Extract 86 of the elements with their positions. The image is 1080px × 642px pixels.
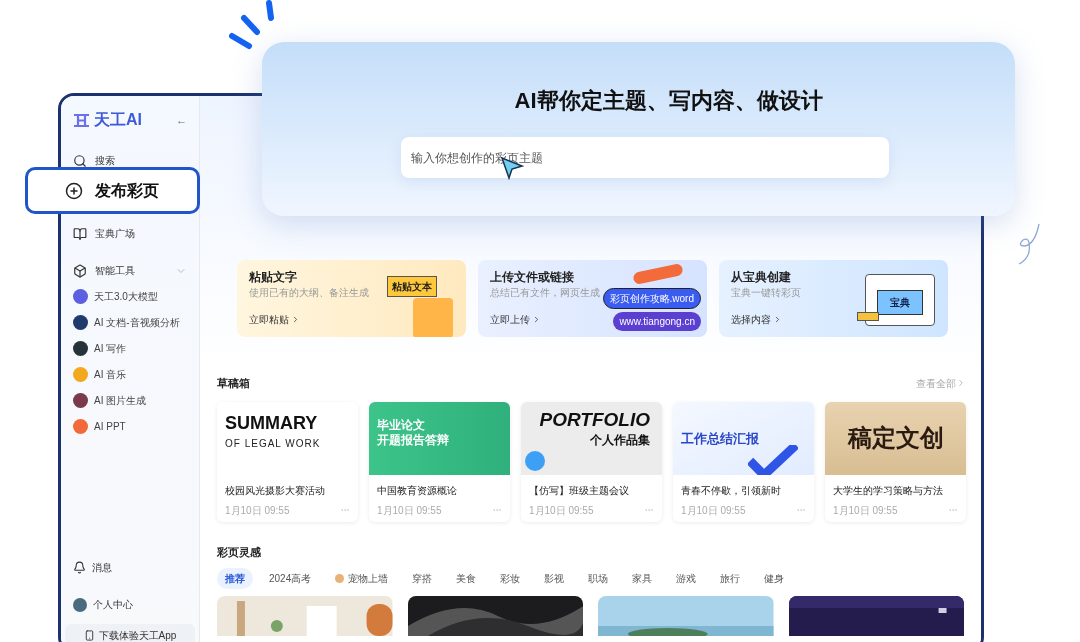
book-icon <box>73 226 87 241</box>
plus-icon <box>65 181 83 200</box>
feature-subtitle: 使用已有的大纲、备注生成 <box>249 287 369 300</box>
tool-link[interactable]: AI 音乐 <box>94 366 127 382</box>
link-chip: www.tiangong.cn <box>613 312 701 331</box>
logo-text: 天工AI <box>94 110 142 130</box>
file-chip: 彩页创作攻略.word <box>602 288 701 309</box>
category-tab[interactable]: 健身 <box>756 568 793 589</box>
cover-title: 稿定文创 <box>847 422 944 454</box>
feature-subtitle: 宝典一键转彩页 <box>731 287 801 300</box>
category-tab[interactable]: 宠物上墙 <box>327 568 397 589</box>
book-tag: 宝典 <box>877 290 923 315</box>
draft-date: 1月10日 09:55 <box>377 503 442 518</box>
category-tab[interactable]: 职场 <box>580 568 617 589</box>
category-tab[interactable]: 游戏 <box>668 568 705 589</box>
block-drawing <box>857 312 879 321</box>
search-icon <box>73 153 87 168</box>
section-title: 彩页灵感 <box>217 544 262 560</box>
avatar-icon <box>73 597 87 612</box>
tool-link[interactable]: AI 文档-音视频分析 <box>94 314 180 330</box>
feature-subtitle: 总结已有文件，网页生成 <box>490 287 600 300</box>
draft-card[interactable]: 毕业论文 开题报告答辩 中国教育资源概论 1月10日 09:55 <box>369 401 510 522</box>
draft-card[interactable]: PORTFOLIO 个人作品集 【仿写】班级主题会议 1月10日 09:55 <box>521 401 662 522</box>
phone-icon <box>83 629 95 641</box>
logo-icon <box>73 113 90 127</box>
draft-date: 1月10日 09:55 <box>529 503 594 518</box>
feature-card[interactable]: 粘贴文字 使用已有的大纲、备注生成 立即粘贴 粘贴文本 <box>237 260 466 337</box>
draft-date: 1月10日 09:55 <box>833 503 898 518</box>
chevron-icon <box>956 378 966 389</box>
draft-title: 校园风光摄影大赛活动 <box>224 483 326 498</box>
sidebar-item[interactable]: 个人中心 <box>73 597 187 612</box>
feature-link[interactable]: 立即粘贴 <box>249 312 300 327</box>
sidebar-item[interactable]: 宝典广场 <box>73 226 187 241</box>
cover-title: 毕业论文 <box>377 417 426 433</box>
section-title: 草稿箱 <box>217 376 250 391</box>
cover-subtitle: OF LEGAL WORK <box>225 436 322 451</box>
draft-title: 大学生的学习策略与方法 <box>832 483 944 498</box>
chevron-icon <box>291 315 300 324</box>
chevron-icon <box>773 315 782 324</box>
bell-icon <box>73 561 86 574</box>
draft-card[interactable]: SUMMARY OF LEGAL WORK 校园风光摄影大赛活动 1月10日 09:55 <box>217 401 358 522</box>
paste-tag: 粘贴文本 <box>387 276 437 297</box>
category-tab[interactable]: 推荐 <box>217 568 253 589</box>
category-tab[interactable]: 2024高考 <box>261 568 320 589</box>
category-tab[interactable]: 美食 <box>448 568 485 589</box>
publish-callout[interactable]: 发布彩页 <box>25 167 200 214</box>
category-tab[interactable]: 影视 <box>536 568 573 589</box>
check-drawing <box>748 444 798 475</box>
hero-title: AI帮你定主题、写内容、做设计 <box>514 87 823 115</box>
draft-date: 1月10日 09:55 <box>225 503 290 518</box>
cover-title: SUMMARY <box>225 413 319 432</box>
feature-link[interactable]: 立即上传 <box>490 312 541 327</box>
tool-link[interactable]: AI 图片生成 <box>94 392 147 408</box>
draft-title: 【仿写】班级主题会议 <box>528 483 630 498</box>
draft-date: 1月10日 09:55 <box>681 503 746 518</box>
dog-icon <box>335 574 345 583</box>
category-tab[interactable]: 家具 <box>624 568 661 589</box>
document-drawing <box>413 298 453 337</box>
feature-card[interactable]: 上传文件或链接 总结已有文件，网页生成 立即上传 彩页创作攻略.word www.tiangong.cn <box>478 260 707 337</box>
sidebar-item[interactable]: 消息 <box>73 560 187 575</box>
chevron-icon <box>532 315 541 324</box>
feature-title: 从宝典创建 <box>731 270 791 285</box>
tool-link[interactable]: AI PPT <box>94 418 126 434</box>
draft-title: 中国教育资源概论 <box>376 483 458 498</box>
cover-title: 工作总结汇报 <box>681 430 759 446</box>
draft-card[interactable]: 稿定文创 大学生的学习策略与方法 1月10日 09:55 <box>825 401 966 522</box>
category-tab[interactable]: 旅行 <box>712 568 749 589</box>
cover-subtitle: 个人作品集 <box>590 431 650 449</box>
circle-drawing <box>525 450 545 471</box>
feature-link[interactable]: 选择内容 <box>731 312 782 327</box>
tool-link[interactable]: AI 写作 <box>94 340 127 356</box>
download-button[interactable]: 下载体验天工App <box>65 624 195 642</box>
feature-title: 粘贴文字 <box>249 270 297 285</box>
feature-card[interactable]: 从宝典创建 宝典一键转彩页 选择内容 宝典 <box>719 260 948 337</box>
sidebar-item[interactable]: 搜索 <box>73 153 187 168</box>
sidebar-group[interactable]: 智能工具 <box>73 263 187 278</box>
category-tab[interactable]: 穿搭 <box>404 568 441 589</box>
cover-title: PORTFOLIO <box>539 409 650 429</box>
draft-card[interactable]: 工作总结汇报 青春不停歇，引领新时 1月10日 09:55 <box>673 401 814 522</box>
cover-title: 开题报告答辩 <box>377 432 450 448</box>
tool-link[interactable]: 天工3.0大模型 <box>94 288 158 304</box>
collapse-button[interactable]: ← <box>176 111 187 129</box>
cube-icon <box>73 263 87 278</box>
category-tab[interactable]: 彩妆 <box>492 568 529 589</box>
feature-title: 上传文件或链接 <box>490 270 574 285</box>
draft-title: 青春不停歇，引领新时 <box>680 483 782 498</box>
